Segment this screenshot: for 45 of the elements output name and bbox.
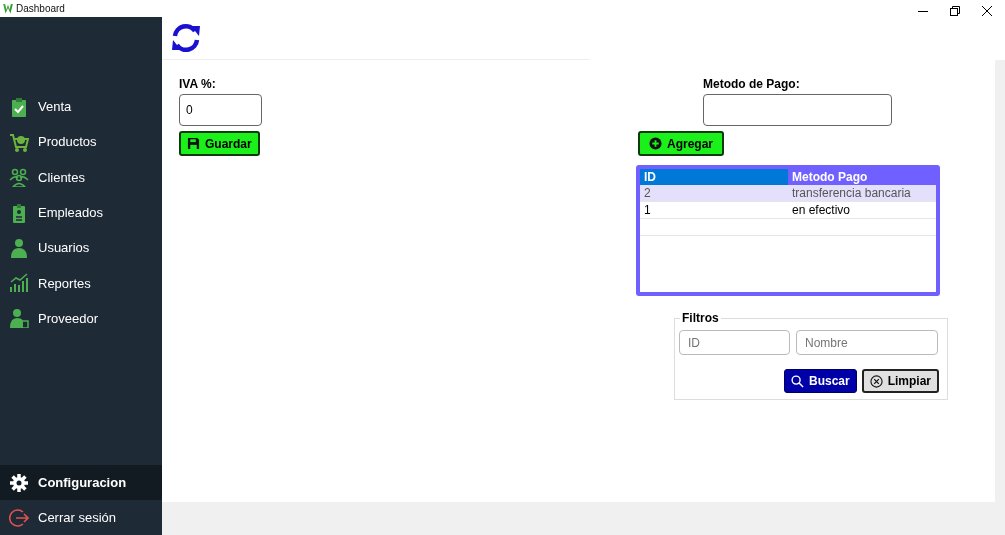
chart-icon bbox=[9, 273, 29, 294]
table-row[interactable]: 2 transferencia bancaria bbox=[640, 185, 936, 202]
table-cell-text: transferencia bancaria bbox=[791, 186, 911, 200]
people-icon bbox=[9, 167, 29, 188]
sidebar-item[interactable]: Venta bbox=[0, 89, 162, 125]
sidebar-item[interactable]: Reportes bbox=[0, 265, 162, 301]
save-button[interactable]: Guardar bbox=[179, 131, 260, 156]
user-icon bbox=[9, 237, 29, 258]
group-title: Filtros bbox=[680, 311, 721, 325]
restore-icon[interactable] bbox=[950, 5, 960, 16]
field-label: Metodo de Pago: bbox=[703, 77, 800, 93]
input-field[interactable]: 0 bbox=[179, 94, 262, 126]
settings-icon bbox=[9, 472, 29, 493]
search-icon bbox=[790, 374, 804, 388]
plus-icon bbox=[649, 137, 662, 150]
clipboard-icon bbox=[9, 96, 29, 117]
add-button[interactable]: Agregar bbox=[638, 131, 724, 156]
window-title: Dashboard bbox=[16, 3, 65, 14]
search-button[interactable]: Buscar bbox=[783, 369, 857, 393]
filter-field[interactable]: ID bbox=[679, 330, 790, 355]
table-cell-text: 1 bbox=[643, 203, 652, 217]
input-field[interactable] bbox=[703, 94, 892, 126]
close-icon[interactable] bbox=[982, 5, 992, 16]
refresh-icon[interactable] bbox=[170, 22, 202, 54]
sidebar-item[interactable]: Cerrar sesión bbox=[0, 500, 162, 535]
user-box-icon bbox=[9, 308, 29, 329]
save-icon bbox=[187, 137, 200, 150]
column-header[interactable]: Metodo Pago bbox=[788, 169, 936, 185]
sidebar-item[interactable]: Productos bbox=[0, 124, 162, 160]
sidebar-item[interactable]: Configuracion bbox=[0, 465, 162, 500]
sidebar-item[interactable]: Empleados bbox=[0, 194, 162, 231]
table-cell-text: 2 bbox=[643, 186, 652, 200]
column-header[interactable]: ID bbox=[640, 169, 788, 185]
filter-field[interactable]: Nombre bbox=[796, 330, 938, 355]
sidebar-item[interactable]: Clientes bbox=[0, 159, 162, 195]
table-row[interactable]: 1 en efectivo bbox=[640, 202, 936, 219]
field-label: IVA %: bbox=[179, 77, 216, 93]
sidebar-item[interactable]: Usuarios bbox=[0, 230, 162, 266]
clear-icon bbox=[869, 374, 883, 388]
clear-button[interactable]: Limpiar bbox=[861, 369, 939, 393]
sidebar-item[interactable]: Proveedor bbox=[0, 300, 162, 337]
app-logo bbox=[3, 3, 13, 14]
logout-icon bbox=[9, 507, 29, 528]
table-cell-text: en efectivo bbox=[791, 203, 851, 217]
cart-icon bbox=[9, 131, 29, 152]
